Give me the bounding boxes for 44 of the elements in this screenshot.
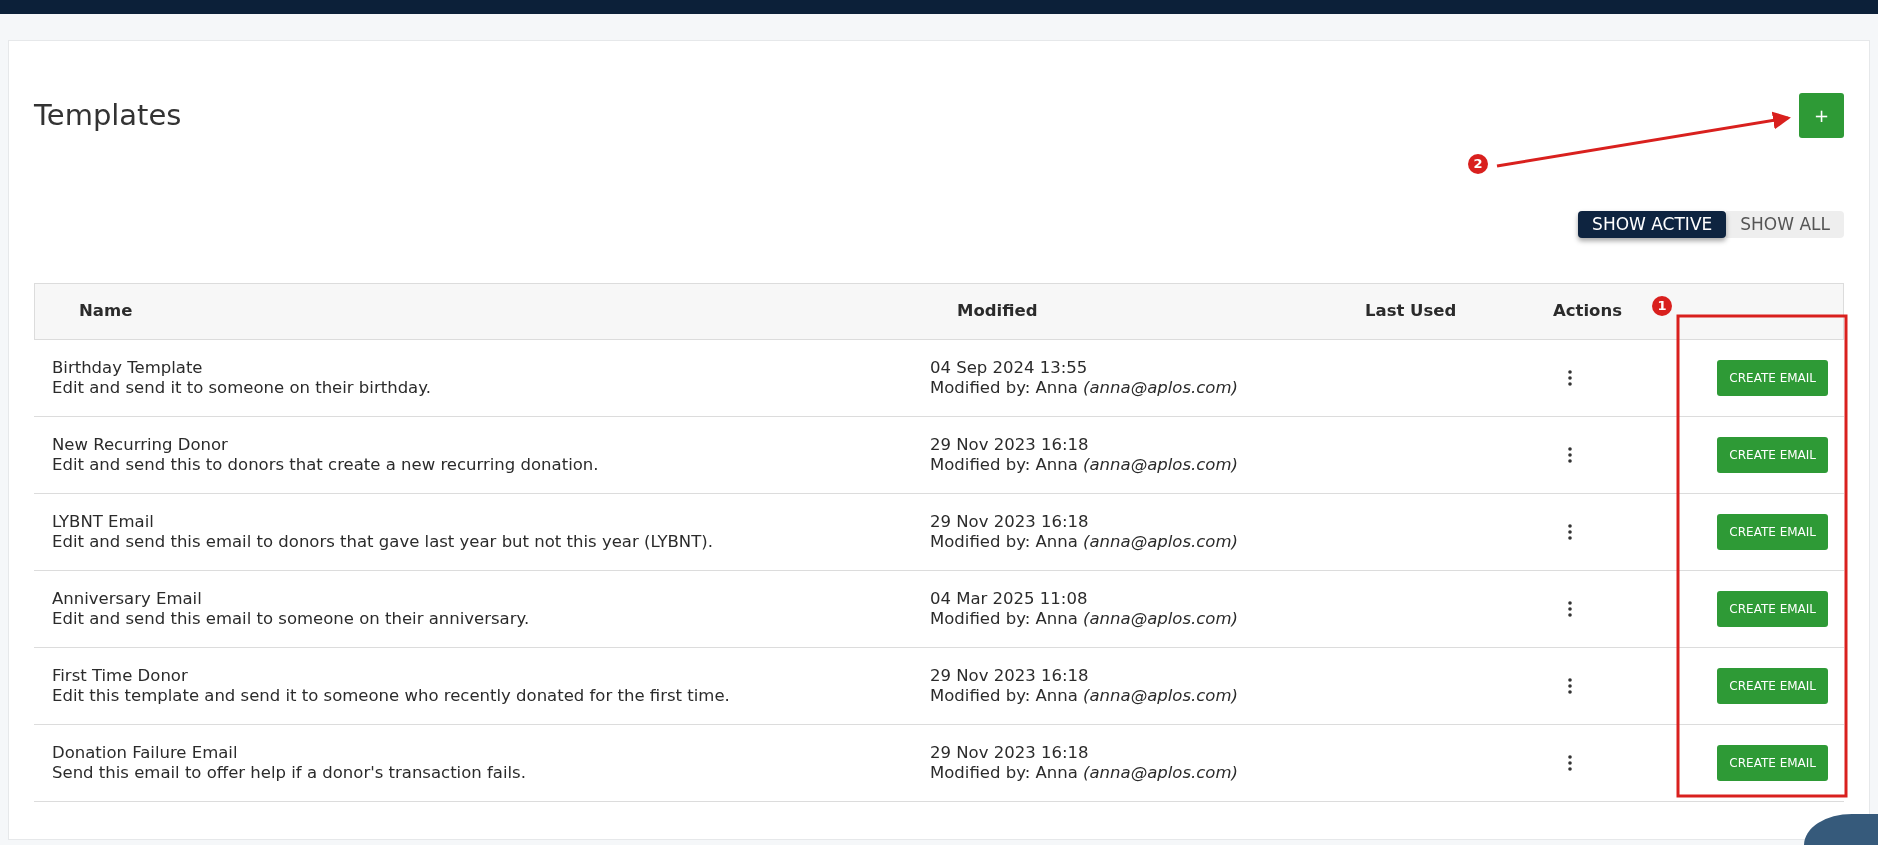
template-description: Edit and send it to someone on their birthday.	[52, 378, 432, 398]
template-description: Edit this template and send it to someone who recently donated for the first time.	[52, 686, 731, 706]
modified-by-text: Modified by: Anna (anna@aplos.com)	[930, 532, 1239, 552]
template-name: LYBNT Email	[52, 512, 155, 532]
modified-by-text: Modified by: Anna (anna@aplos.com)	[930, 609, 1239, 629]
template-description: Edit and send this email to someone on their anniversary.	[52, 609, 531, 629]
modified-by-text: Modified by: Anna (anna@aplos.com)	[930, 455, 1239, 475]
filter-toggle-button[interactable]: SHOW ACTIVE	[1578, 211, 1727, 238]
vertical-dots-icon	[1568, 755, 1572, 771]
modified-by-text: Modified by: Anna (anna@aplos.com)	[930, 763, 1239, 783]
template-description: Edit and send this email to donors that gave last year but not this year (LYBNT).	[52, 532, 714, 552]
create-email-button[interactable]: CREATE EMAIL	[1717, 514, 1828, 550]
vertical-dots-icon	[1568, 601, 1572, 617]
create-email-button[interactable]: CREATE EMAIL	[1717, 360, 1828, 396]
create-email-button[interactable]: CREATE EMAIL	[1717, 745, 1828, 781]
modified-date: 29 Nov 2023 16:18	[930, 435, 1090, 455]
vertical-dots-icon	[1568, 524, 1572, 540]
column-header: Actions	[1553, 301, 1622, 321]
template-name: Anniversary Email	[52, 589, 203, 609]
modified-date: 29 Nov 2023 16:18	[930, 743, 1090, 763]
filter-toggle-button[interactable]: SHOW ALL	[1726, 211, 1844, 238]
template-description: Send this email to offer help if a donor's transaction fails.	[52, 763, 527, 783]
page-title: Templates	[34, 97, 182, 134]
modified-by-text: Modified by: Anna (anna@aplos.com)	[930, 686, 1239, 706]
vertical-dots-icon	[1568, 370, 1572, 386]
modified-date: 29 Nov 2023 16:18	[930, 666, 1090, 686]
create-email-button[interactable]: CREATE EMAIL	[1717, 437, 1828, 473]
modified-date: 04 Mar 2025 11:08	[930, 589, 1089, 609]
template-name: Donation Failure Email	[52, 743, 239, 763]
column-header: Modified	[956, 301, 1038, 321]
modified-date: 29 Nov 2023 16:18	[930, 512, 1090, 532]
modified-date: 04 Sep 2024 13:55	[930, 358, 1089, 378]
vertical-dots-icon	[1568, 447, 1572, 463]
create-email-button[interactable]: CREATE EMAIL	[1717, 591, 1828, 627]
template-description: Edit and send this to donors that create a new recurring donation.	[52, 455, 600, 475]
template-name: Birthday Template	[52, 358, 204, 378]
create-email-button[interactable]: CREATE EMAIL	[1717, 668, 1828, 704]
column-header: Name	[78, 301, 133, 321]
modified-by-text: Modified by: Anna (anna@aplos.com)	[930, 378, 1239, 398]
column-header: Last Used	[1364, 301, 1457, 321]
template-name: First Time Donor	[52, 666, 189, 686]
template-name: New Recurring Donor	[52, 435, 229, 455]
add-template-button[interactable]: +	[1799, 93, 1844, 138]
vertical-dots-icon	[1568, 678, 1572, 694]
